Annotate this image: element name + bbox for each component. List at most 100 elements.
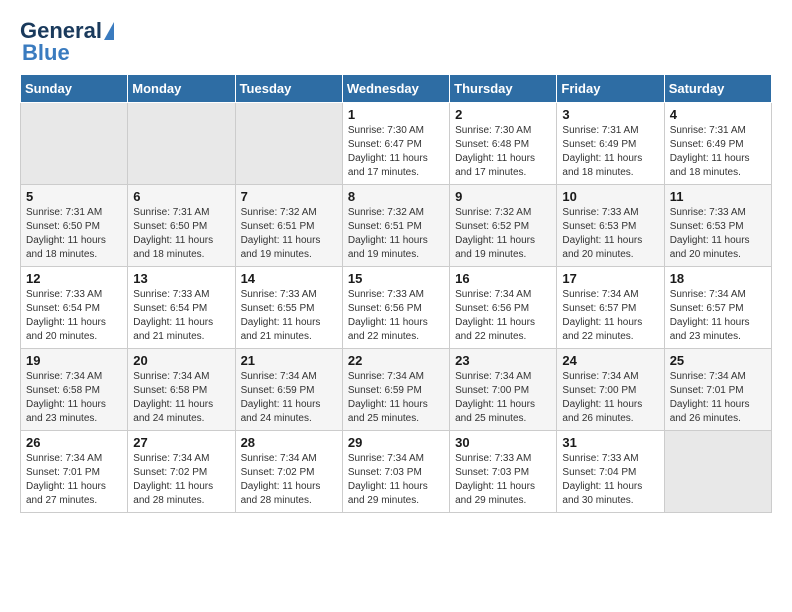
day-number: 21	[241, 353, 337, 368]
calendar-cell: 15 Sunrise: 7:33 AMSunset: 6:56 PMDayligh…	[342, 267, 449, 349]
day-number: 14	[241, 271, 337, 286]
day-number: 24	[562, 353, 658, 368]
calendar-cell: 28Sunrise: 7:34 AMSunset: 7:02 PMDayligh…	[235, 431, 342, 513]
day-number: 1	[348, 107, 444, 122]
calendar-week-row: 1 Sunrise: 7:30 AMSunset: 6:47 PMDaylight…	[21, 103, 772, 185]
day-header-monday: Monday	[128, 75, 235, 103]
day-info: Sunrise: 7:32 AMSunset: 6:51 PMDaylight:…	[241, 206, 337, 262]
day-number: 26	[26, 435, 122, 450]
day-info: Sunrise: 7:33 AMSunset: 7:03 PMDaylight:…	[455, 452, 551, 508]
day-number: 18	[670, 271, 766, 286]
day-info: Sunrise: 7:32 AMSunset: 6:51 PMDaylight:…	[348, 206, 444, 262]
calendar-cell: 22 Sunrise: 7:34 AMSunset: 6:59 PMDayligh…	[342, 349, 449, 431]
day-info: Sunrise: 7:33 AMSunset: 6:54 PMDaylight:…	[133, 288, 229, 344]
calendar-cell: 17 Sunrise: 7:34 AMSunset: 6:57 PMDayligh…	[557, 267, 664, 349]
calendar-cell: 27 Sunrise: 7:34 AMSunset: 7:02 PMDayligh…	[128, 431, 235, 513]
day-header-saturday: Saturday	[664, 75, 771, 103]
day-info: Sunrise: 7:33 AMSunset: 7:04 PMDaylight:…	[562, 452, 658, 508]
day-number: 31	[562, 435, 658, 450]
day-info: Sunrise: 7:34 AMSunset: 6:58 PMDaylight:…	[26, 370, 122, 426]
day-info: Sunrise: 7:34 AMSunset: 7:01 PMDaylight:…	[26, 452, 122, 508]
day-number: 19	[26, 353, 122, 368]
day-number: 15	[348, 271, 444, 286]
calendar-table: SundayMondayTuesdayWednesdayThursdayFrid…	[20, 74, 772, 513]
calendar-cell: 1 Sunrise: 7:30 AMSunset: 6:47 PMDaylight…	[342, 103, 449, 185]
day-number: 16	[455, 271, 551, 286]
calendar-cell: 29Sunrise: 7:34 AMSunset: 7:03 PMDayligh…	[342, 431, 449, 513]
day-number: 9	[455, 189, 551, 204]
day-number: 27	[133, 435, 229, 450]
day-info: Sunrise: 7:34 AMSunset: 6:59 PMDaylight:…	[348, 370, 444, 426]
day-info: Sunrise: 7:34 AMSunset: 7:00 PMDaylight:…	[562, 370, 658, 426]
calendar-cell: 11 Sunrise: 7:33 AMSunset: 6:53 PMDayligh…	[664, 185, 771, 267]
day-info: Sunrise: 7:30 AMSunset: 6:47 PMDaylight:…	[348, 124, 444, 180]
day-info: Sunrise: 7:34 AMSunset: 6:59 PMDaylight:…	[241, 370, 337, 426]
calendar-cell: 6 Sunrise: 7:31 AMSunset: 6:50 PMDaylight…	[128, 185, 235, 267]
calendar-cell: 13 Sunrise: 7:33 AMSunset: 6:54 PMDayligh…	[128, 267, 235, 349]
day-number: 12	[26, 271, 122, 286]
day-info: Sunrise: 7:32 AMSunset: 6:52 PMDaylight:…	[455, 206, 551, 262]
calendar-cell: 3 Sunrise: 7:31 AMSunset: 6:49 PMDaylight…	[557, 103, 664, 185]
calendar-cell: 4Sunrise: 7:31 AMSunset: 6:49 PMDaylight…	[664, 103, 771, 185]
day-info: Sunrise: 7:34 AMSunset: 7:02 PMDaylight:…	[133, 452, 229, 508]
day-info: Sunrise: 7:33 AMSunset: 6:55 PMDaylight:…	[241, 288, 337, 344]
calendar-cell: 7 Sunrise: 7:32 AMSunset: 6:51 PMDaylight…	[235, 185, 342, 267]
day-info: Sunrise: 7:34 AMSunset: 7:01 PMDaylight:…	[670, 370, 766, 426]
day-number: 11	[670, 189, 766, 204]
calendar-week-row: 5 Sunrise: 7:31 AMSunset: 6:50 PMDaylight…	[21, 185, 772, 267]
calendar-cell: 25 Sunrise: 7:34 AMSunset: 7:01 PMDayligh…	[664, 349, 771, 431]
calendar-cell: 12 Sunrise: 7:33 AMSunset: 6:54 PMDayligh…	[21, 267, 128, 349]
day-info: Sunrise: 7:34 AMSunset: 6:57 PMDaylight:…	[562, 288, 658, 344]
day-info: Sunrise: 7:33 AMSunset: 6:53 PMDaylight:…	[562, 206, 658, 262]
day-number: 30	[455, 435, 551, 450]
day-number: 13	[133, 271, 229, 286]
calendar-cell: 19 Sunrise: 7:34 AMSunset: 6:58 PMDayligh…	[21, 349, 128, 431]
day-number: 4	[670, 107, 766, 122]
logo-triangle-icon	[104, 22, 114, 40]
day-info: Sunrise: 7:33 AMSunset: 6:56 PMDaylight:…	[348, 288, 444, 344]
day-info: Sunrise: 7:33 AMSunset: 6:54 PMDaylight:…	[26, 288, 122, 344]
day-info: Sunrise: 7:33 AMSunset: 6:53 PMDaylight:…	[670, 206, 766, 262]
day-info: Sunrise: 7:30 AMSunset: 6:48 PMDaylight:…	[455, 124, 551, 180]
calendar-cell: 14 Sunrise: 7:33 AMSunset: 6:55 PMDayligh…	[235, 267, 342, 349]
day-info: Sunrise: 7:31 AMSunset: 6:49 PMDaylight:…	[562, 124, 658, 180]
day-info: Sunrise: 7:34 AMSunset: 6:56 PMDaylight:…	[455, 288, 551, 344]
calendar-cell: 2 Sunrise: 7:30 AMSunset: 6:48 PMDaylight…	[450, 103, 557, 185]
day-info: Sunrise: 7:34 AMSunset: 6:57 PMDaylight:…	[670, 288, 766, 344]
calendar-cell: 26 Sunrise: 7:34 AMSunset: 7:01 PMDayligh…	[21, 431, 128, 513]
day-number: 23	[455, 353, 551, 368]
day-number: 22	[348, 353, 444, 368]
calendar-cell: 5Sunrise: 7:31 AMSunset: 6:50 PMDaylight…	[21, 185, 128, 267]
day-header-friday: Friday	[557, 75, 664, 103]
calendar-cell: 24 Sunrise: 7:34 AMSunset: 7:00 PMDayligh…	[557, 349, 664, 431]
logo: General Blue	[20, 20, 114, 64]
calendar-cell: 23 Sunrise: 7:34 AMSunset: 7:00 PMDayligh…	[450, 349, 557, 431]
day-number: 5	[26, 189, 122, 204]
calendar-header-row: SundayMondayTuesdayWednesdayThursdayFrid…	[21, 75, 772, 103]
day-header-thursday: Thursday	[450, 75, 557, 103]
calendar-cell	[21, 103, 128, 185]
calendar-cell	[664, 431, 771, 513]
day-number: 25	[670, 353, 766, 368]
day-info: Sunrise: 7:31 AMSunset: 6:50 PMDaylight:…	[133, 206, 229, 262]
day-info: Sunrise: 7:34 AMSunset: 6:58 PMDaylight:…	[133, 370, 229, 426]
calendar-cell: 21 Sunrise: 7:34 AMSunset: 6:59 PMDayligh…	[235, 349, 342, 431]
calendar-cell: 18 Sunrise: 7:34 AMSunset: 6:57 PMDayligh…	[664, 267, 771, 349]
day-header-tuesday: Tuesday	[235, 75, 342, 103]
day-number: 7	[241, 189, 337, 204]
calendar-cell: 10Sunrise: 7:33 AMSunset: 6:53 PMDayligh…	[557, 185, 664, 267]
day-number: 8	[348, 189, 444, 204]
day-number: 2	[455, 107, 551, 122]
calendar-week-row: 19 Sunrise: 7:34 AMSunset: 6:58 PMDayligh…	[21, 349, 772, 431]
day-number: 6	[133, 189, 229, 204]
day-info: Sunrise: 7:34 AMSunset: 7:00 PMDaylight:…	[455, 370, 551, 426]
calendar-cell: 30 Sunrise: 7:33 AMSunset: 7:03 PMDayligh…	[450, 431, 557, 513]
calendar-cell	[235, 103, 342, 185]
calendar-cell: 31 Sunrise: 7:33 AMSunset: 7:04 PMDayligh…	[557, 431, 664, 513]
day-number: 17	[562, 271, 658, 286]
page-header: General Blue	[20, 20, 772, 64]
calendar-cell: 8 Sunrise: 7:32 AMSunset: 6:51 PMDaylight…	[342, 185, 449, 267]
calendar-cell	[128, 103, 235, 185]
day-number: 3	[562, 107, 658, 122]
day-header-sunday: Sunday	[21, 75, 128, 103]
